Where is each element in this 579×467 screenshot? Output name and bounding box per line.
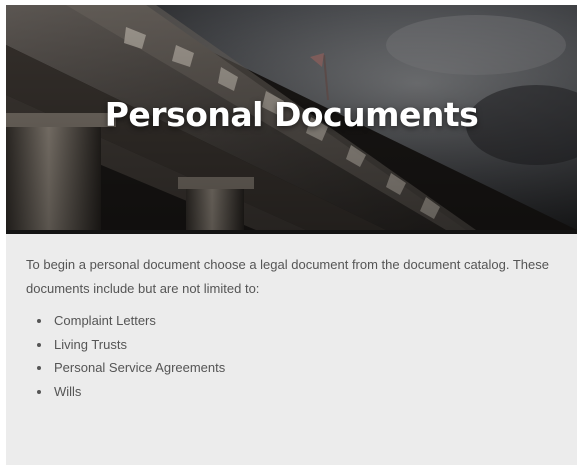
list-item-label: Living Trusts bbox=[54, 336, 127, 352]
personal-documents-card: Personal Documents To begin a personal d… bbox=[6, 5, 577, 465]
bullet-icon bbox=[37, 319, 41, 323]
list-item-label: Complaint Letters bbox=[54, 313, 156, 328]
content-section: To begin a personal document choose a le… bbox=[26, 253, 556, 403]
list-item-label: Personal Service Agreements bbox=[54, 360, 226, 375]
list-item: Wills bbox=[26, 380, 556, 404]
list-item: Living Trusts bbox=[26, 333, 556, 357]
document-list: Complaint Letters Living Trusts Personal… bbox=[26, 309, 556, 403]
bullet-icon bbox=[37, 342, 41, 347]
intro-paragraph: To begin a personal document choose a le… bbox=[26, 257, 549, 296]
list-item: Complaint Letters bbox=[26, 309, 556, 333]
list-item-label: Wills bbox=[54, 383, 82, 399]
list-item: Personal Service Agreements bbox=[26, 356, 556, 380]
bullet-icon bbox=[37, 366, 41, 370]
hero-banner: Personal Documents bbox=[6, 5, 577, 230]
hero-divider bbox=[6, 230, 577, 234]
bullet-icon bbox=[37, 389, 41, 394]
page-title: Personal Documents bbox=[104, 95, 479, 134]
